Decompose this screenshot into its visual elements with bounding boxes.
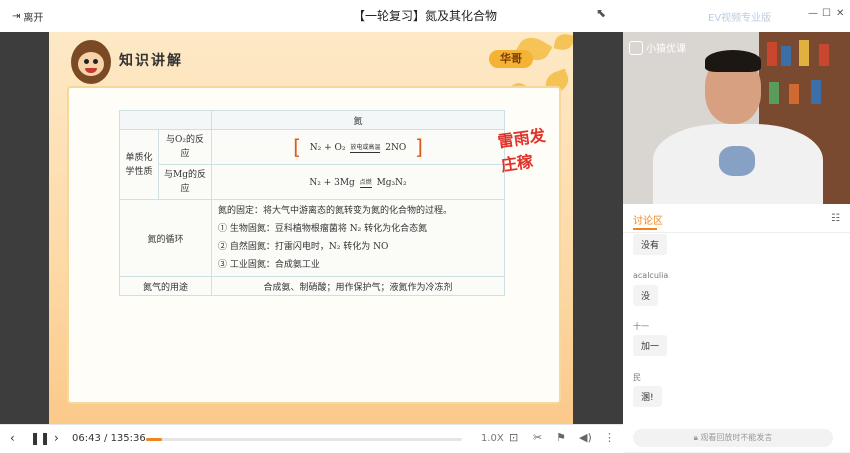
maximize-icon[interactable]: ☐ xyxy=(822,8,831,19)
monkey-mascot-icon xyxy=(71,40,111,84)
top-bar: ⇥ 离开 【一轮复习】氮及其化合物 ⬉ EV视频专业版 — ☐ ✕ xyxy=(0,0,850,33)
player-controls: ‹ ❚❚ › 06:43 / 135:36 1.0X ⊡ ✂ ⚑ ◀) ⋮ xyxy=(0,424,623,453)
tab-indicator xyxy=(633,228,657,230)
chat-settings-icon[interactable]: ☷ xyxy=(831,213,840,224)
speed-button[interactable]: 1.0X xyxy=(481,433,504,444)
chat-input-placeholder: 观看回放时不能发言 xyxy=(700,433,773,442)
lock-icon: 🔒︎ xyxy=(693,433,698,442)
slide-stage: 知识讲解 华哥 氮 单质化学性质 与O₂的反应 [ N₂ + O₂ 放电或高温 … xyxy=(0,32,623,424)
mouse-cursor-icon: ⬉ xyxy=(596,6,607,20)
tab-discussion[interactable]: 讨论区 xyxy=(633,212,663,227)
prev-icon[interactable]: ‹ xyxy=(10,431,15,445)
time-display: 06:43 / 135:36 xyxy=(72,433,146,444)
chat-username: acalculia xyxy=(633,271,669,280)
row-label-chem: 单质化学性质 xyxy=(119,129,159,200)
eq2-left: N₂ + 3Mg xyxy=(309,177,355,188)
slide-header: 知识讲解 华哥 xyxy=(49,32,573,88)
nitrogen-table: 氮 单质化学性质 与O₂的反应 [ N₂ + O₂ 放电或高温 2NO] 与M… xyxy=(119,110,505,296)
chat-message: 没有 xyxy=(633,234,668,255)
time-current: 06:43 xyxy=(72,433,101,444)
chat-message: 溷! xyxy=(633,386,662,407)
eq1-right: 2NO xyxy=(385,142,407,153)
equation-mg: N₂ + 3Mg 点燃 Mg₃N₂ xyxy=(211,164,505,200)
row-label-use: 氮气的用途 xyxy=(119,276,212,296)
teacher-tag: 华哥 xyxy=(489,50,533,68)
brand-logo-icon xyxy=(629,40,643,55)
eq2-right: Mg₃N₂ xyxy=(376,177,407,188)
screenshot-icon[interactable]: ⊡ xyxy=(509,431,518,444)
slide-paper: 氮 单质化学性质 与O₂的反应 [ N₂ + O₂ 放电或高温 2NO] 与M… xyxy=(67,86,561,404)
leave-button[interactable]: ⇥ 离开 xyxy=(12,9,43,24)
slide-title: 知识讲解 xyxy=(119,53,183,69)
slide: 知识讲解 华哥 氮 单质化学性质 与O₂的反应 [ N₂ + O₂ 放电或高温 … xyxy=(49,32,573,424)
chat-message: 加一 xyxy=(633,335,668,356)
minimize-icon[interactable]: — xyxy=(808,8,818,19)
bracket-left: [ xyxy=(293,135,301,159)
cycle-line: ② 自然固氮：打雷闪电时，N₂ 转化为 NO xyxy=(218,242,389,252)
chat-input[interactable]: 🔒︎ 观看回放时不能发言 xyxy=(633,429,833,447)
window-title: 【一轮复习】氮及其化合物 xyxy=(352,9,497,23)
close-icon[interactable]: ✕ xyxy=(836,8,844,19)
chat-username: 十一 xyxy=(633,322,649,331)
row-sub-mg: 与Mg的反应 xyxy=(158,164,212,200)
cycle-line: ③ 工业固氮：合成氨工业 xyxy=(218,260,320,270)
handwriting-annotation: 雷雨发庄稼 xyxy=(496,125,547,175)
progress-fill xyxy=(146,438,162,441)
row-label-cycle: 氮的循环 xyxy=(119,199,212,277)
more-icon[interactable]: ⋮ xyxy=(604,431,615,444)
chat-message: 没 xyxy=(633,285,659,306)
equation-o2: [ N₂ + O₂ 放电或高温 2NO ] xyxy=(211,129,505,165)
pause-icon[interactable]: ❚❚ xyxy=(30,431,50,445)
exit-icon: ⇥ xyxy=(12,11,21,22)
bracket-right: ] xyxy=(415,135,423,159)
next-icon[interactable]: › xyxy=(54,431,59,445)
video-brand: 小猿优课 xyxy=(629,40,686,55)
watermark: EV视频专业版 xyxy=(708,13,772,24)
cycle-line: 氮的固定：将大气中游离态的氮转变为氮的化合物的过程。 xyxy=(218,206,453,216)
cycle-content: 氮的固定：将大气中游离态的氮转变为氮的化合物的过程。 ① 生物固氮：豆科植物根瘤… xyxy=(211,199,505,277)
progress-bar[interactable] xyxy=(146,438,462,441)
eq2-condition: 点燃 xyxy=(359,178,372,186)
leave-label: 离开 xyxy=(23,13,44,24)
table-corner xyxy=(119,110,212,130)
flag-icon[interactable]: ⚑ xyxy=(556,431,566,444)
cycle-line: ① 生物固氮：豆科植物根瘤菌将 N₂ 转化为化合态氮 xyxy=(218,224,428,234)
time-total: 135:36 xyxy=(110,433,146,444)
brand-label: 小猿优课 xyxy=(646,44,686,55)
teacher-video: 小猿优课 xyxy=(623,32,850,204)
chat-username: 民 xyxy=(633,373,641,382)
clip-icon[interactable]: ✂ xyxy=(533,431,542,444)
table-header: 氮 xyxy=(211,110,505,130)
eq1-left: N₂ + O₂ xyxy=(309,142,346,153)
time-separator: / xyxy=(100,433,111,444)
row-sub-o2: 与O₂的反应 xyxy=(158,129,212,165)
use-content: 合成氨、制硝酸；用作保护气；液氮作为冷冻剂 xyxy=(211,276,505,296)
chat-panel: 讨论区 ☷ 没有 acalculia 没 十一 加一 民 溷! 🔒︎ 观看回放时… xyxy=(623,204,850,452)
eq1-condition: 放电或高温 xyxy=(350,143,381,151)
volume-icon[interactable]: ◀) xyxy=(579,431,592,444)
